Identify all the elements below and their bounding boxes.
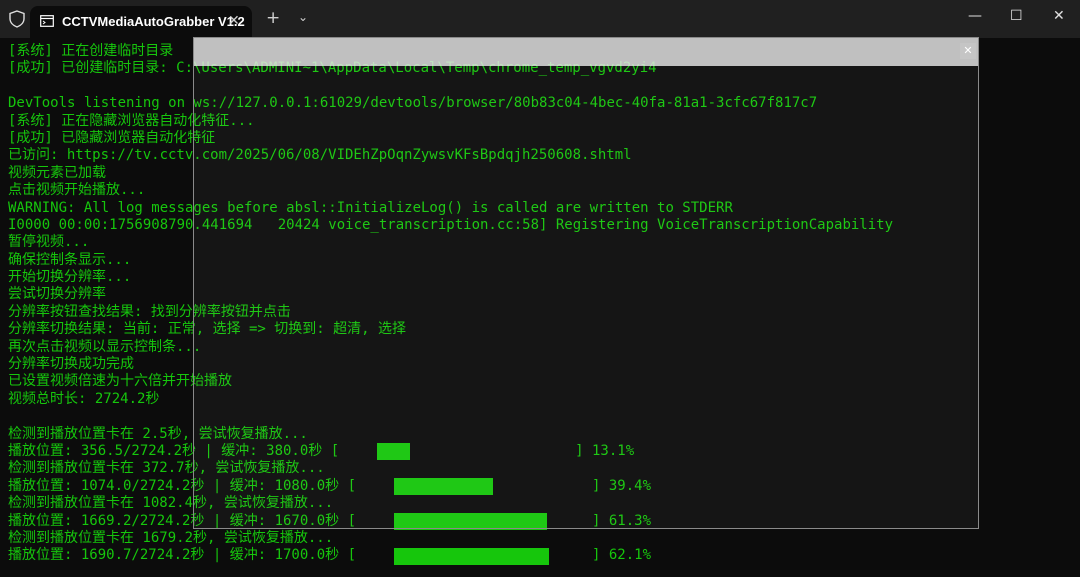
tab-close-icon[interactable]: ✕ <box>228 13 240 29</box>
terminal-icon <box>40 15 54 27</box>
overlay-window[interactable]: ✕ <box>193 37 979 529</box>
maximize-button[interactable]: ☐ <box>1010 8 1023 24</box>
title-bar: CCTVMediaAutoGrabber V1.2 ✕ + ⌄ — ☐ ✕ <box>0 0 1080 38</box>
new-tab-button[interactable]: + <box>266 8 280 28</box>
overlay-title-bar[interactable]: ✕ <box>194 38 978 66</box>
tab-title: CCTVMediaAutoGrabber V1.2 <box>62 14 245 29</box>
chevron-down-icon[interactable]: ⌄ <box>298 10 308 24</box>
terminal-tab[interactable]: CCTVMediaAutoGrabber V1.2 ✕ <box>30 6 252 38</box>
minimize-button[interactable]: — <box>968 8 982 24</box>
close-window-button[interactable]: ✕ <box>1053 8 1065 24</box>
progress-bar-fill <box>394 547 549 565</box>
log-line: 检测到播放位置卡在 1679.2秒, 尝试恢复播放... <box>8 529 334 546</box>
overlay-close-icon[interactable]: ✕ <box>960 43 976 59</box>
shield-icon <box>9 10 25 28</box>
